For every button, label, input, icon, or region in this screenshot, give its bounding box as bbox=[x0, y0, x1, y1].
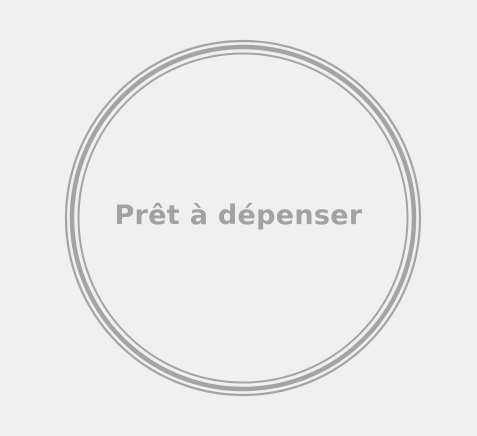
budget-status-screen: Prêt à dépenser bbox=[0, 0, 477, 436]
status-label: Prêt à dépenser bbox=[114, 200, 363, 231]
